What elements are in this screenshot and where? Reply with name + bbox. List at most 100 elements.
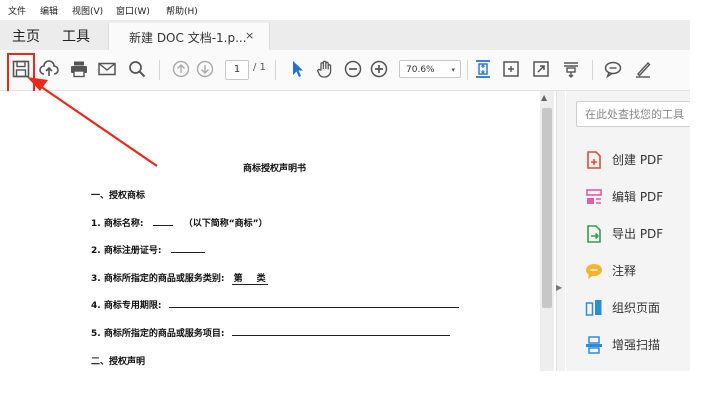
zoom-value: 70.6% [406,65,435,75]
menu-window[interactable]: 窗口(W) [116,4,150,17]
tool-label: 组织页面 [612,301,661,315]
item-3-label: 3. 商标所指定的商品或服务类别: [91,274,225,284]
menu-edit[interactable]: 编辑 [40,4,58,17]
fit-page-icon [476,60,490,78]
item-3-fill: 第类 [231,274,268,285]
arrow-down-circle-icon [196,60,214,78]
toolbar-separator [159,60,160,80]
tool-label: 编辑 PDF [612,190,664,204]
blank-line [152,216,173,226]
previous-page-button[interactable] [170,58,192,80]
close-icon[interactable]: × [245,29,254,42]
email-icon [98,62,116,76]
item-1-label: 1. 商标名称: [91,219,144,229]
pen-icon [636,61,651,78]
item-3-fill-a: 第 [233,274,243,284]
menu-view[interactable]: 视图(V) [72,4,103,17]
tab-bar: 主页 工具 新建 DOC 文档-1.p... × [0,20,690,50]
select-tool-button[interactable] [286,58,308,80]
zoom-out-button[interactable] [342,58,364,80]
comment-icon [586,264,602,279]
full-screen-button[interactable] [530,58,552,80]
next-page-button[interactable] [194,58,216,80]
item-2: 2. 商标注册证号: [91,243,205,256]
find-button[interactable] [126,58,148,80]
export-pdf-icon [587,225,601,243]
zoom-select[interactable]: 70.6% ▾ [399,60,461,78]
cursor-arrow-icon [293,61,303,77]
hand-icon [317,60,332,78]
comment-icon [604,61,622,79]
menu-bar: 文件 编辑 视图(V) 窗口(W) 帮助(H) [0,0,720,20]
blank-line [170,243,205,253]
search-icon [129,61,146,78]
tool-search-input[interactable]: 在此处查找您的工具 [576,101,694,127]
chevron-down-icon: ▾ [451,66,455,74]
add-comment-button[interactable] [602,58,624,80]
tool-create-pdf[interactable]: 创建 PDF [584,147,684,173]
expand-panel-icon[interactable]: ▶ [556,283,562,292]
print-button[interactable] [68,58,90,80]
zoom-out-icon [344,60,362,78]
item-1-suffix: （以下简称“商标”） [183,219,268,229]
tool-label: 导出 PDF [612,227,664,241]
tool-comment[interactable]: 注释 [584,258,684,284]
item-2-label: 2. 商标注册证号: [91,246,162,256]
save-button-highlight [7,53,35,93]
tool-label: 增强扫描 [612,338,661,352]
rotate-view-button[interactable] [500,58,522,80]
email-button[interactable] [96,58,118,80]
zoom-in-button[interactable] [368,58,390,80]
edit-pdf-icon [586,189,602,204]
item-5-label: 5. 商标所指定的商品或服务项目: [91,329,225,339]
toolbar-separator [592,60,593,80]
page-total: / 1 [253,62,266,73]
item-4: 4. 商标专用期限: [91,298,459,311]
upload-button[interactable] [38,58,60,80]
item-4-label: 4. 商标专用期限: [91,301,162,311]
bottom-margin [0,371,720,398]
draw-button[interactable] [632,58,654,80]
section-2-heading: 二、授权声明 [91,357,146,367]
toolbar: 1 / 1 70.6% ▾ [0,50,690,91]
section-1-heading: 一、授权商标 [91,191,146,201]
menu-help[interactable]: 帮助(H) [166,4,198,17]
page-view-icon [503,61,519,77]
tool-export-pdf[interactable]: 导出 PDF [584,221,684,247]
toolbar-separator [275,60,276,80]
item-5: 5. 商标所指定的商品或服务项目: [91,326,450,339]
toolbar-separator [467,60,468,80]
tool-organize-pages[interactable]: 组织页面 [584,295,684,321]
document-tab-title: 新建 DOC 文档-1.p... [129,31,247,45]
document-view[interactable]: 商标授权声明书 一、授权商标 1. 商标名称: （以下简称“商标”） 2. 商标… [0,91,555,371]
fit-page-button[interactable] [472,58,494,80]
blank-line [231,326,450,336]
document-tab[interactable]: 新建 DOC 文档-1.p... × [108,23,270,50]
tool-edit-pdf[interactable]: 编辑 PDF [584,184,684,210]
tool-enhance-scan[interactable]: 增强扫描 [584,332,684,358]
item-3: 3. 商标所指定的商品或服务类别: 第类 [91,271,268,285]
scrollbar-thumb[interactable] [542,108,552,308]
tool-label: 创建 PDF [612,153,664,167]
arrow-up-circle-icon [172,60,190,78]
cloud-upload-icon [39,60,59,76]
hand-tool-button[interactable] [314,58,336,80]
scroll-up-icon[interactable]: ▲ [541,93,547,102]
zoom-in-icon [370,60,388,78]
nav-home[interactable]: 主页 [12,26,40,46]
full-screen-icon [533,61,549,77]
panel-splitter[interactable] [556,91,565,371]
item-1: 1. 商标名称: （以下简称“商标”） [91,216,268,229]
page-number-input[interactable]: 1 [225,60,249,80]
tool-label: 注释 [612,264,637,278]
menu-file[interactable]: 文件 [8,4,26,17]
tools-pane: 在此处查找您的工具 创建 PDF 编辑 PDF 导出 PDF 注释 组织页面 增… [566,91,694,371]
organize-pages-icon [585,300,602,316]
scroll-mode-icon [564,62,578,78]
print-icon [71,61,87,78]
nav-tools[interactable]: 工具 [62,26,90,46]
document-title: 商标授权声明书 [243,164,307,174]
scroll-mode-button[interactable] [560,58,582,80]
create-pdf-icon [587,151,601,169]
window-margin [690,20,720,371]
